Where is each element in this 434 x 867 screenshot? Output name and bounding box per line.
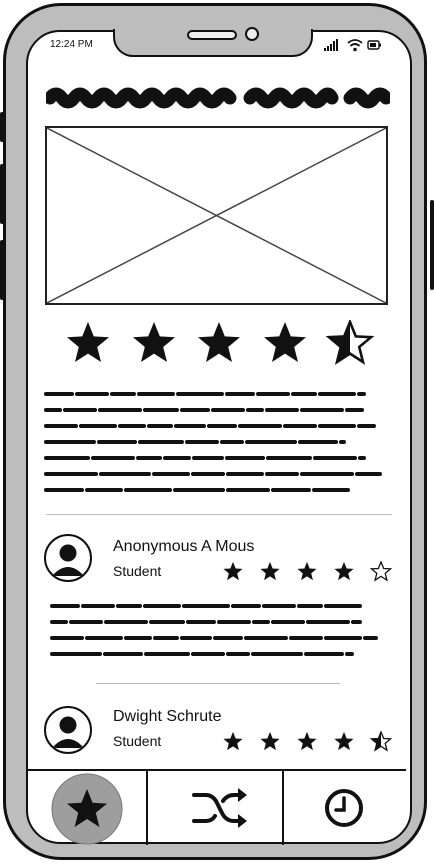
star-icon — [260, 731, 280, 751]
star-icon — [51, 773, 123, 845]
review-text-placeholder — [50, 604, 378, 656]
star-icon — [263, 322, 306, 362]
tab-shuffle[interactable] — [148, 771, 282, 845]
user-icon — [52, 544, 84, 576]
front-camera — [245, 27, 259, 41]
description-placeholder — [44, 392, 382, 492]
phone-notch — [113, 27, 313, 57]
title-placeholder — [46, 87, 390, 109]
status-icons — [324, 39, 381, 52]
avatar — [44, 534, 92, 582]
avatar — [44, 706, 92, 754]
star-icon — [67, 322, 109, 362]
reviewer-name: Anonymous A Mous — [113, 538, 255, 555]
signal-icon — [324, 39, 338, 51]
power-button — [430, 200, 434, 290]
star-icon — [260, 561, 280, 581]
star-icon — [223, 731, 243, 751]
bottom-tab-bar — [28, 769, 406, 845]
half-star-icon — [370, 731, 392, 752]
half-star-icon — [326, 320, 374, 365]
empty-star-icon — [370, 561, 392, 582]
review-rating — [222, 731, 392, 752]
clock-icon — [325, 789, 363, 827]
user-icon — [52, 716, 84, 748]
overall-rating — [64, 320, 374, 370]
tab-history[interactable] — [284, 771, 406, 845]
star-icon — [297, 561, 317, 581]
battery-icon — [367, 40, 381, 50]
reviewer-name: Dwight Schrute — [113, 708, 222, 725]
earpiece — [187, 30, 237, 40]
star-icon — [223, 561, 243, 581]
section-divider — [46, 514, 392, 515]
star-icon — [334, 731, 354, 751]
image-placeholder — [45, 126, 388, 305]
wifi-icon — [347, 39, 363, 52]
star-icon — [132, 322, 175, 362]
review-rating — [222, 561, 392, 582]
reviewer-role: Student — [113, 563, 162, 579]
image-placeholder-cross — [46, 127, 387, 304]
star-icon — [334, 561, 354, 581]
star-icon — [198, 322, 240, 362]
star-icon — [297, 731, 317, 751]
reviewer-role: Student — [113, 733, 162, 749]
shuffle-icon — [192, 788, 247, 828]
tab-favorites[interactable] — [28, 771, 146, 845]
status-time: 12:24 PM — [50, 39, 93, 50]
review-divider — [96, 683, 340, 684]
